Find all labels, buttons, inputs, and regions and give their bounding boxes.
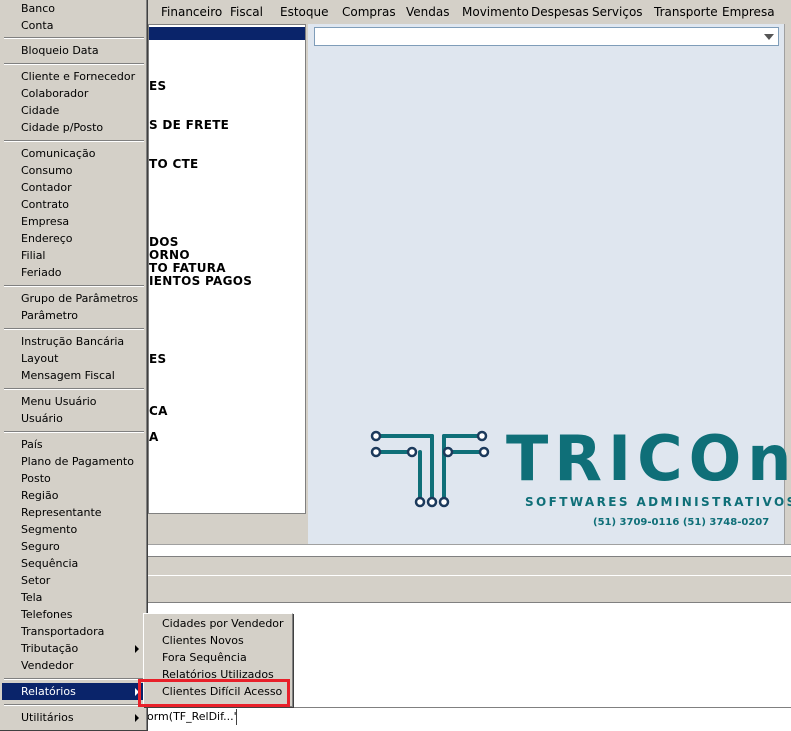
menu-transporte[interactable]: Transporte <box>654 5 718 19</box>
menu-item-parametro[interactable]: Parâmetro <box>2 307 146 324</box>
submenu-arrow-icon <box>135 714 139 722</box>
status-separator <box>236 709 237 725</box>
menu-item-label: Utilitários <box>21 711 74 724</box>
menu-item-sequencia[interactable]: Sequência <box>2 555 146 572</box>
tricon-logo-icon <box>370 430 490 508</box>
report-list[interactable]: ES S DE FRETE TO CTE DOS ORNO TO FATURA … <box>148 24 306 514</box>
menu-item-cliente-fornecedor[interactable]: Cliente e Fornecedor <box>2 68 146 85</box>
list-item[interactable]: S DE FRETE <box>149 119 229 132</box>
menu-separator <box>4 431 144 433</box>
list-item[interactable]: A <box>149 431 159 444</box>
menu-item-representante[interactable]: Representante <box>2 504 146 521</box>
submenu-item-clientes-novos[interactable]: Clientes Novos <box>146 632 290 649</box>
menu-item-filial[interactable]: Filial <box>2 247 146 264</box>
red-highlight-box <box>138 679 290 707</box>
menu-item-pais[interactable]: País <box>2 436 146 453</box>
menu-servicos[interactable]: Serviços <box>592 5 643 19</box>
menu-separator <box>4 678 144 680</box>
menu-item-vendedor[interactable]: Vendedor <box>2 657 146 674</box>
menu-item-usuario[interactable]: Usuário <box>2 410 146 427</box>
logo-phones: (51) 3709-0116 (51) 3748-0207 <box>593 517 770 528</box>
list-item[interactable]: CA <box>149 405 168 418</box>
menu-item-posto[interactable]: Posto <box>2 470 146 487</box>
menu-item-instrucao-bancaria[interactable]: Instrução Bancária <box>2 333 146 350</box>
submenu-item-cidades-vendedor[interactable]: Cidades por Vendedor <box>146 615 290 632</box>
menu-item-conta[interactable]: Conta <box>2 17 146 34</box>
menu-item-transportadora[interactable]: Transportadora <box>2 623 146 640</box>
chevron-down-icon[interactable] <box>764 34 774 40</box>
menu-item-label: Tributação <box>21 642 79 655</box>
menu-separator <box>4 388 144 390</box>
cadastros-popup-menu: Banco Conta Bloqueio Data Cliente e Forn… <box>0 0 148 731</box>
toolbar-strip <box>148 556 791 576</box>
menu-item-tributacao[interactable]: Tributação <box>2 640 146 657</box>
menu-item-layout[interactable]: Layout <box>2 350 146 367</box>
menu-separator <box>4 704 144 706</box>
menu-financeiro[interactable]: Financeiro <box>161 5 222 19</box>
logo-subtitle: SOFTWARES ADMINISTRATIVOS <box>525 495 791 509</box>
menu-item-setor[interactable]: Setor <box>2 572 146 589</box>
menu-fiscal[interactable]: Fiscal <box>230 5 263 19</box>
menu-estoque[interactable]: Estoque <box>280 5 329 19</box>
menu-item-consumo[interactable]: Consumo <box>2 162 146 179</box>
menu-item-regiao[interactable]: Região <box>2 487 146 504</box>
main-menubar: Financeiro Fiscal Estoque Compras Vendas… <box>148 0 791 24</box>
menu-item-banco[interactable]: Banco <box>2 0 146 17</box>
menu-despesas[interactable]: Despesas <box>531 5 589 19</box>
menu-empresa[interactable]: Empresa <box>722 5 775 19</box>
menu-item-comunicacao[interactable]: Comunicação <box>2 145 146 162</box>
filter-combobox[interactable] <box>314 27 779 46</box>
menu-separator <box>4 285 144 287</box>
menu-vendas[interactable]: Vendas <box>406 5 450 19</box>
menu-item-feriado[interactable]: Feriado <box>2 264 146 281</box>
menu-item-utilitarios[interactable]: Utilitários <box>2 709 146 726</box>
menu-item-contador[interactable]: Contador <box>2 179 146 196</box>
menu-item-endereco[interactable]: Endereço <box>2 230 146 247</box>
menu-item-segmento[interactable]: Segmento <box>2 521 146 538</box>
list-item[interactable]: ES <box>149 353 166 366</box>
splitter[interactable] <box>148 544 791 548</box>
menu-separator <box>4 140 144 142</box>
menu-movimento[interactable]: Movimento <box>462 5 529 19</box>
menu-item-mensagem-fiscal[interactable]: Mensagem Fiscal <box>2 367 146 384</box>
menu-item-grupo-parametros[interactable]: Grupo de Parâmetros <box>2 290 146 307</box>
list-item[interactable]: TO CTE <box>149 158 199 171</box>
submenu-arrow-icon <box>135 645 139 653</box>
menu-item-plano-pagamento[interactable]: Plano de Pagamento <box>2 453 146 470</box>
menu-separator <box>4 63 144 65</box>
menu-item-cidade-posto[interactable]: Cidade p/Posto <box>2 119 146 136</box>
menu-item-cidade[interactable]: Cidade <box>2 102 146 119</box>
menu-item-menu-usuario[interactable]: Menu Usuário <box>2 393 146 410</box>
submenu-item-fora-sequencia[interactable]: Fora Sequência <box>146 649 290 666</box>
menu-item-relatorios[interactable]: Relatórios <box>2 683 146 700</box>
list-item[interactable]: IENTOS PAGOS <box>149 275 252 288</box>
list-item[interactable]: ES <box>149 80 166 93</box>
toolbar-strip <box>148 576 791 603</box>
menu-item-label: Relatórios <box>21 685 76 698</box>
menu-item-tela[interactable]: Tela <box>2 589 146 606</box>
menu-item-empresa[interactable]: Empresa <box>2 213 146 230</box>
list-selection-bar <box>149 27 305 40</box>
status-bar <box>140 707 791 731</box>
menu-compras[interactable]: Compras <box>342 5 396 19</box>
menu-item-seguro[interactable]: Seguro <box>2 538 146 555</box>
menu-item-contrato[interactable]: Contrato <box>2 196 146 213</box>
menu-item-telefones[interactable]: Telefones <box>2 606 146 623</box>
menu-separator <box>4 328 144 330</box>
menu-item-bloqueio-data[interactable]: Bloqueio Data <box>2 42 146 59</box>
status-text: orm(TF_RelDif...' <box>147 710 237 723</box>
logo-wordmark: TRICOn <box>506 422 791 495</box>
menu-item-colaborador[interactable]: Colaborador <box>2 85 146 102</box>
menu-separator <box>4 37 144 39</box>
